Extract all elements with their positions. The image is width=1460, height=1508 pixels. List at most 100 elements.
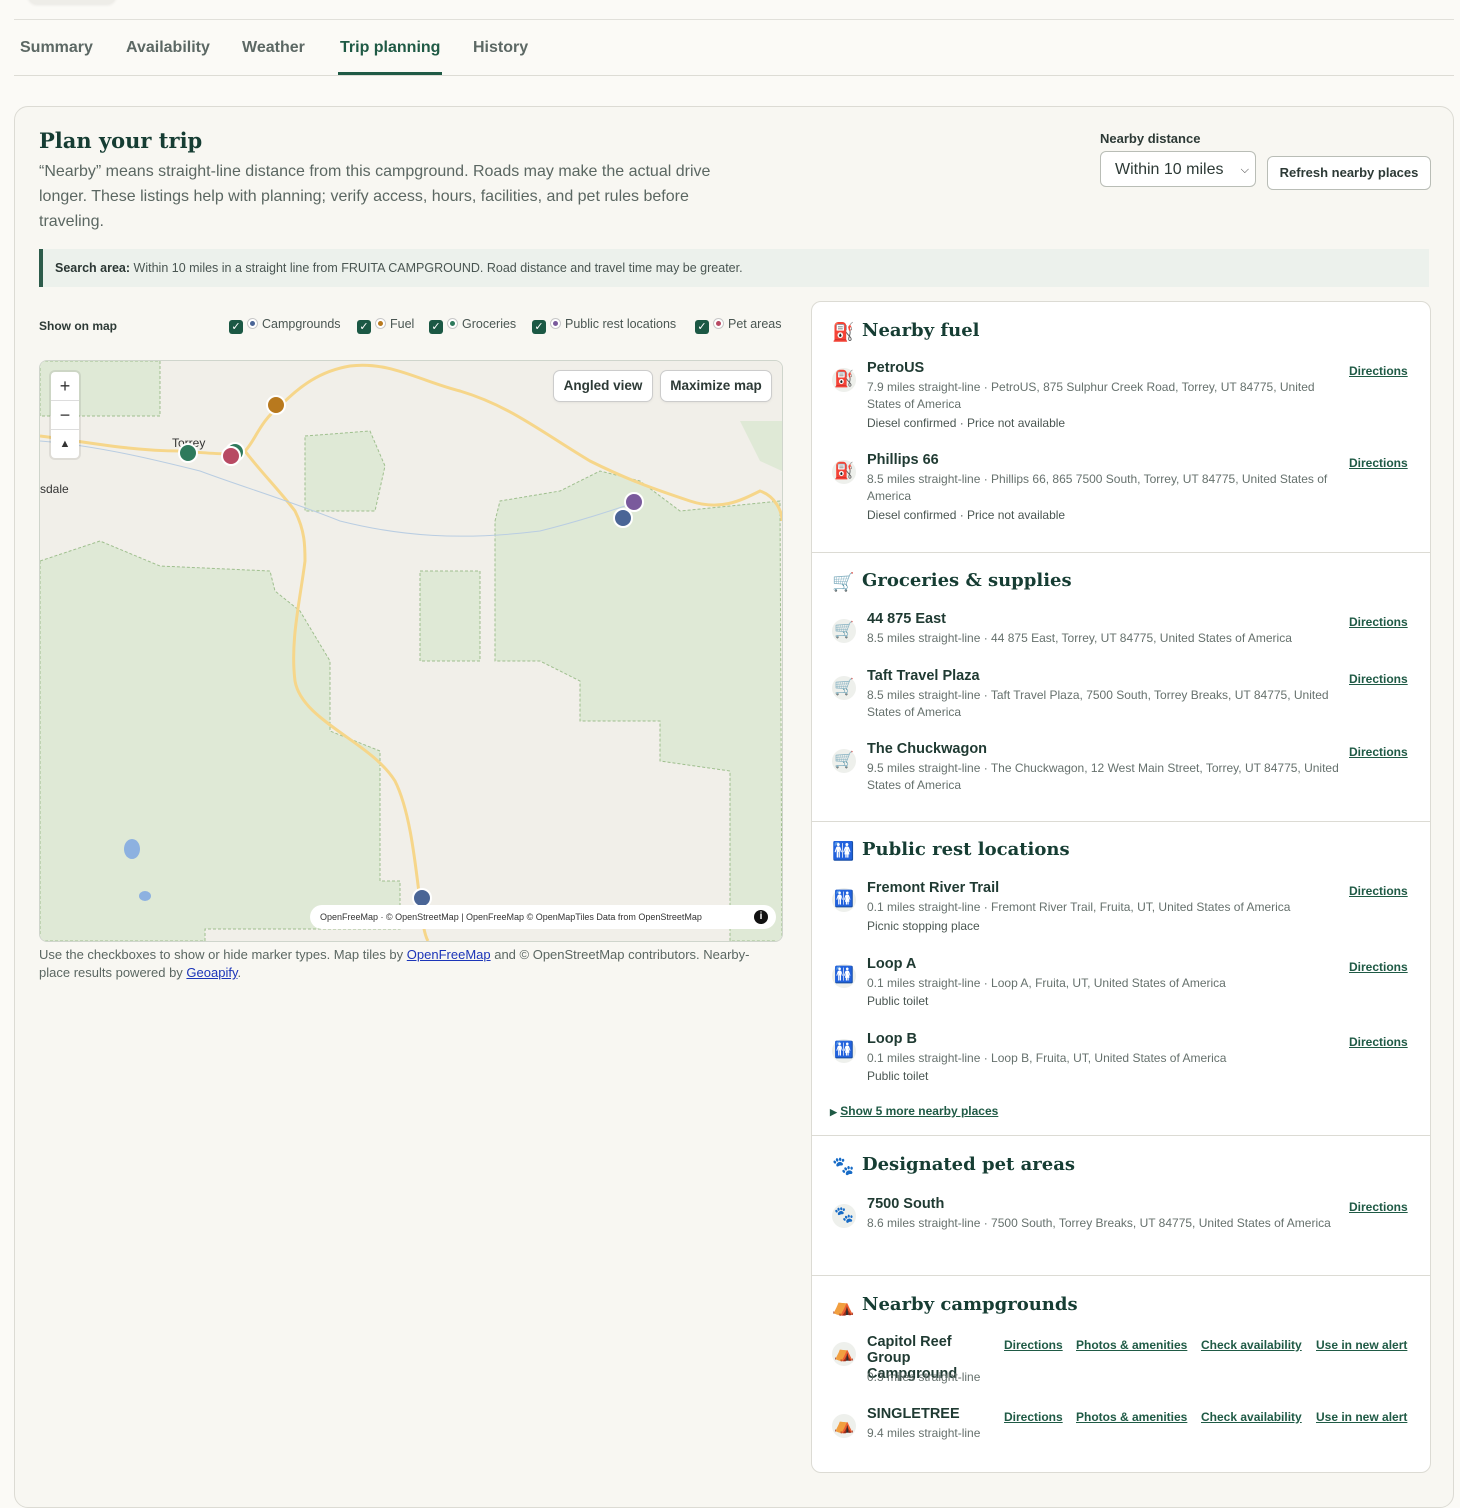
directions-link[interactable]: Directions	[1349, 884, 1408, 898]
place-extra: Public toilet	[867, 994, 929, 1008]
place-extra: Diesel confirmed · Price not available	[867, 416, 1066, 430]
shopping-cart-icon: 🛒	[832, 749, 856, 773]
campground-dot-icon	[247, 318, 258, 329]
tab-trip-planning[interactable]: Trip planning	[338, 20, 443, 75]
triangle-right-icon: ▶	[830, 1107, 837, 1117]
section-groceries: 🛒 Groceries & supplies 🛒 44 875 East 8.5 …	[812, 552, 1430, 822]
place-desc: 0.1 miles straight-line · Loop A, Fruita…	[867, 976, 1226, 990]
search-area-text: Within 10 miles in a straight line from …	[133, 261, 743, 275]
tab-summary[interactable]: Summary	[20, 20, 93, 74]
section-title: 🚻 Public rest locations	[832, 839, 1070, 862]
filter-label: Public rest locations	[565, 317, 677, 331]
filter-label: Fuel	[390, 317, 415, 331]
place-name: Taft Travel Plaza	[867, 668, 980, 684]
use-in-alert-link[interactable]: Use in new alert	[1316, 1338, 1407, 1352]
compass-button[interactable]: ▲	[51, 430, 79, 458]
place-desc: 8.5 miles straight-line · 44 875 East, T…	[867, 631, 1292, 645]
rest-dot-icon	[550, 318, 561, 329]
maximize-map-button[interactable]: Maximize map	[661, 371, 771, 401]
checkbox-checked-icon[interactable]: ✓	[429, 320, 443, 334]
map-marker-groceries[interactable]	[178, 443, 198, 463]
openfreemap-link[interactable]: OpenFreeMap	[407, 947, 491, 962]
check-availability-link[interactable]: Check availability	[1201, 1410, 1302, 1424]
photos-amenities-link[interactable]: Photos & amenities	[1076, 1410, 1187, 1424]
search-area-banner: Search area: Within 10 miles in a straig…	[39, 249, 1429, 287]
filter-groceries[interactable]: ✓ Groceries	[429, 315, 516, 335]
place-name: Loop B	[867, 1031, 917, 1047]
map-marker-campground[interactable]	[613, 508, 633, 528]
map-tiles	[40, 361, 782, 941]
checkbox-checked-icon[interactable]: ✓	[229, 320, 243, 334]
place-desc: 0.3 miles straight-line	[867, 1370, 981, 1384]
show-more-label: Show 5 more nearby places	[840, 1104, 999, 1118]
refresh-nearby-button[interactable]: Refresh nearby places	[1267, 156, 1431, 190]
zoom-control: + − ▲	[51, 372, 79, 458]
checkbox-checked-icon[interactable]: ✓	[357, 320, 371, 334]
tab-history[interactable]: History	[473, 20, 528, 74]
place-desc: 7.9 miles straight-line · PetroUS, 875 S…	[867, 380, 1315, 411]
directions-link[interactable]: Directions	[1349, 1035, 1408, 1049]
zoom-out-button[interactable]: −	[51, 401, 79, 430]
photos-amenities-link[interactable]: Photos & amenities	[1076, 1338, 1187, 1352]
nearby-distance-value: Within 10 miles	[1115, 161, 1224, 178]
angled-view-button[interactable]: Angled view	[554, 371, 652, 401]
place-extra: Picnic stopping place	[867, 919, 980, 933]
chevron-down-icon: ⌵	[1240, 164, 1249, 176]
directions-link[interactable]: Directions	[1004, 1338, 1063, 1352]
shopping-cart-icon: 🛒	[832, 676, 856, 700]
filter-pet-areas[interactable]: ✓ Pet areas	[695, 315, 782, 335]
nearby-places-list: ⛽ Nearby fuel ⛽ PetroUS 7.9 miles straigh…	[811, 301, 1431, 1473]
place-extra: Public toilet	[867, 1069, 929, 1083]
section-title: 🐾 Designated pet areas	[832, 1154, 1076, 1177]
map-canvas[interactable]: Torrey sdale + − ▲ Angled view Maximize …	[39, 360, 783, 942]
directions-link[interactable]: Directions	[1349, 456, 1408, 470]
section-pet-areas: 🐾 Designated pet areas 🐾 7500 South 8.6 m…	[812, 1135, 1430, 1276]
place-desc: 8.5 miles straight-line · Taft Travel Pl…	[867, 688, 1329, 719]
tab-weather[interactable]: Weather	[242, 20, 305, 74]
info-icon[interactable]: i	[754, 910, 768, 924]
filter-fuel[interactable]: ✓ Fuel	[357, 315, 414, 335]
directions-link[interactable]: Directions	[1004, 1410, 1063, 1424]
place-name: Loop A	[867, 956, 917, 972]
zoom-in-button[interactable]: +	[51, 372, 79, 401]
map-note-text: .	[237, 965, 242, 980]
restroom-icon: 🚻	[832, 841, 855, 862]
geoapify-link[interactable]: Geoapify	[186, 965, 237, 980]
tent-icon: ⛺	[832, 1342, 856, 1366]
check-availability-link[interactable]: Check availability	[1201, 1338, 1302, 1352]
filter-campgrounds[interactable]: ✓ Campgrounds	[229, 315, 341, 335]
shopping-cart-icon: 🛒	[832, 572, 855, 593]
tab-availability[interactable]: Availability	[126, 20, 210, 74]
place-desc: 9.5 miles straight-line · The Chuckwagon…	[867, 761, 1339, 792]
directions-link[interactable]: Directions	[1349, 745, 1408, 759]
place-name: Phillips 66	[867, 452, 939, 468]
map-marker-fuel[interactable]	[266, 395, 286, 415]
map-marker-pet-area[interactable]	[221, 446, 241, 466]
nearby-distance-select[interactable]: Within 10 miles ⌵	[1100, 151, 1256, 187]
place-name: SINGLETREE	[867, 1406, 960, 1422]
tent-icon: ⛺	[832, 1296, 855, 1317]
directions-link[interactable]: Directions	[1349, 672, 1408, 686]
directions-link[interactable]: Directions	[1349, 960, 1408, 974]
directions-link[interactable]: Directions	[1349, 364, 1408, 378]
paw-icon: 🐾	[832, 1204, 856, 1228]
place-desc: 9.4 miles straight-line	[867, 1426, 981, 1440]
use-in-alert-link[interactable]: Use in new alert	[1316, 1410, 1407, 1424]
filter-public-rest[interactable]: ✓ Public rest locations	[532, 315, 676, 335]
attribution-text[interactable]: OpenFreeMap · © OpenStreetMap | OpenFree…	[320, 912, 702, 922]
place-name: PetroUS	[867, 360, 925, 376]
directions-link[interactable]: Directions	[1349, 615, 1408, 629]
checkbox-checked-icon[interactable]: ✓	[695, 320, 709, 334]
place-desc: 0.1 miles straight-line · Loop B, Fruita…	[867, 1051, 1227, 1065]
restroom-icon: 🚻	[832, 1039, 856, 1063]
place-name: 7500 South	[867, 1196, 945, 1212]
place-extra: Diesel confirmed · Price not available	[867, 508, 1066, 522]
fuel-pump-icon: ⛽	[832, 368, 856, 392]
show-more-toggle[interactable]: ▶ Show 5 more nearby places	[830, 1104, 998, 1118]
tab-bar: Summary Availability Weather Trip planni…	[14, 20, 1454, 76]
place-desc: 8.6 miles straight-line · 7500 South, To…	[867, 1216, 1331, 1230]
section-title: ⛺ Nearby campgrounds	[832, 1294, 1078, 1317]
place-name: 44 875 East	[867, 611, 947, 627]
directions-link[interactable]: Directions	[1349, 1200, 1408, 1214]
checkbox-checked-icon[interactable]: ✓	[532, 320, 546, 334]
